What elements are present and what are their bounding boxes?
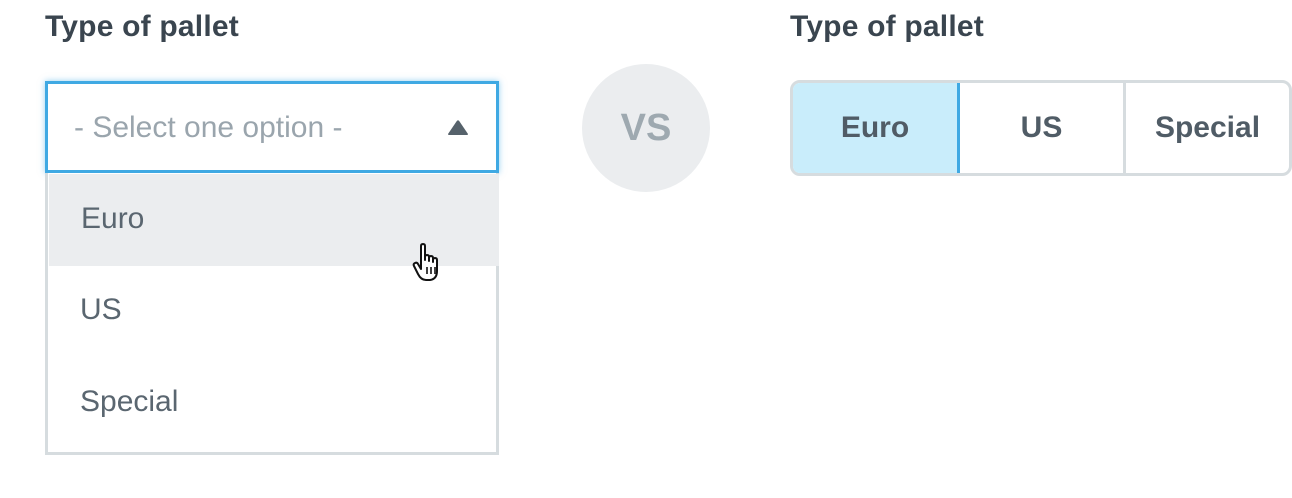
pallet-type-segmented-control: Euro US Special — [790, 80, 1292, 176]
pallet-type-select[interactable]: - Select one option - — [45, 81, 499, 173]
vs-badge: VS — [582, 64, 710, 192]
caret-up-icon — [448, 120, 468, 135]
segment-us[interactable]: US — [960, 83, 1123, 173]
segment-euro[interactable]: Euro — [793, 83, 960, 173]
dropdown-options-list: Euro US Special — [45, 173, 499, 455]
dropdown-field-label: Type of pallet — [45, 10, 239, 43]
select-placeholder: - Select one option - — [74, 111, 343, 144]
segmented-field-label: Type of pallet — [790, 10, 984, 43]
dropdown-option-special[interactable]: Special — [48, 357, 499, 449]
hand-pointer-cursor-icon — [412, 243, 438, 281]
segment-special[interactable]: Special — [1123, 83, 1289, 173]
